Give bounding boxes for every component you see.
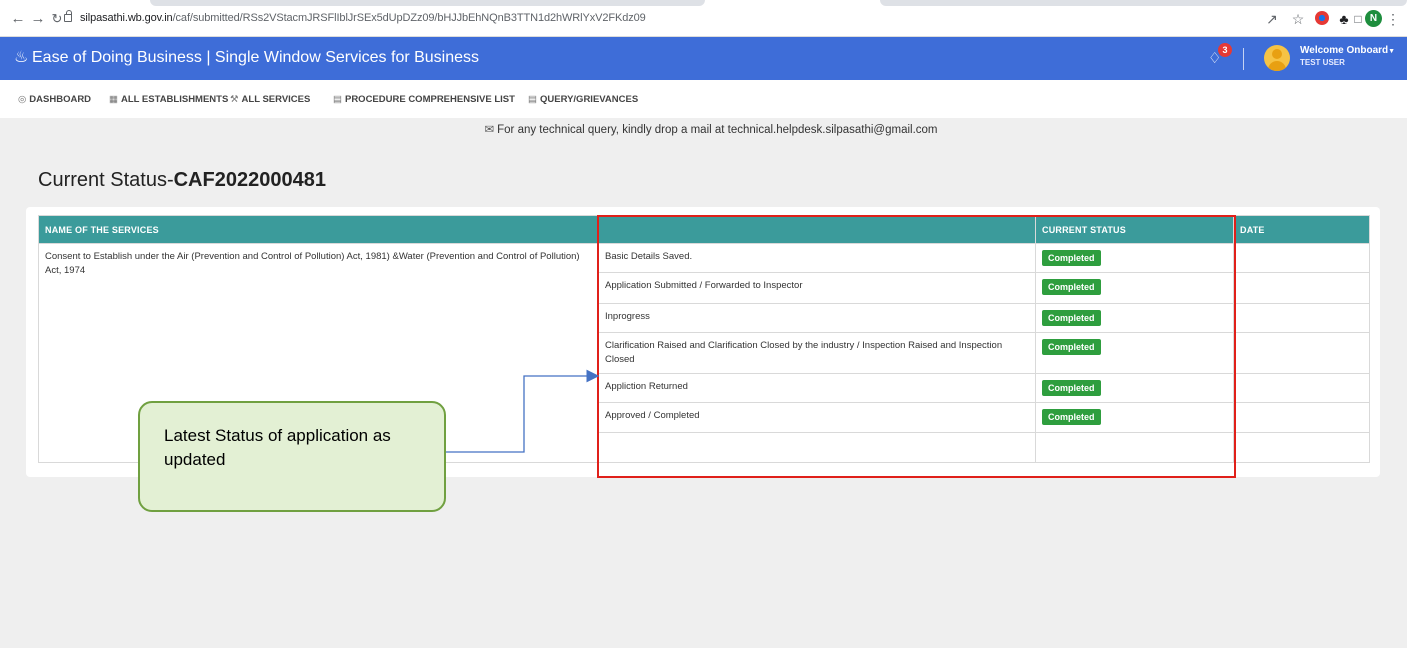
column-header-service: NAME OF THE SERVICES <box>38 215 599 244</box>
date-cell <box>1233 272 1370 304</box>
lock-icon[interactable] <box>64 10 72 22</box>
forward-icon[interactable]: → <box>30 11 46 27</box>
page-title-prefix: Current Status- <box>38 169 174 191</box>
user-name: TEST USER <box>1300 58 1345 67</box>
page-title: Current Status-CAF2022000481 <box>38 169 326 192</box>
sidepanel-icon[interactable]: □ <box>1350 11 1366 27</box>
app-header: ♨ Ease of Doing Business | Single Window… <box>0 37 1407 80</box>
extension-icon[interactable] <box>1315 11 1329 25</box>
share-icon[interactable]: ↗ <box>1264 11 1280 27</box>
dashboard-icon: ◎ <box>18 94 27 105</box>
nav-label: DASHBOARD <box>29 94 92 105</box>
annotation-callout: Latest Status of application as updated <box>138 401 446 512</box>
browser-toolbar: ← → ↻ silpasathi.wb.gov.in/caf/submitted… <box>0 0 1407 37</box>
caf-id: CAF2022000481 <box>173 169 326 191</box>
nav-label: ALL ESTABLISHMENTS <box>120 94 229 105</box>
helpdesk-notice: ✉ For any technical query, kindly drop a … <box>0 122 1407 136</box>
brand-logo-icon: ♨ <box>14 49 29 66</box>
app-title[interactable]: Ease of Doing Business | Single Window S… <box>32 49 479 67</box>
date-cell <box>1233 303 1370 333</box>
header-divider <box>1243 48 1244 70</box>
user-menu-toggle[interactable]: Welcome Onboard▼ <box>1300 45 1395 56</box>
reload-icon[interactable]: ↻ <box>49 11 65 27</box>
notification-count-badge[interactable]: 3 <box>1218 43 1232 57</box>
welcome-text: Welcome Onboard <box>1300 45 1389 56</box>
nav-label: QUERY/GRIEVANCES <box>539 94 639 105</box>
date-cell <box>1233 402 1370 433</box>
date-cell <box>1233 243 1370 273</box>
nav-item-procedure-list[interactable]: ▤ PROCEDURE COMPREHENSIVE LIST <box>333 94 515 105</box>
wrench-icon: ⚒ <box>230 94 239 105</box>
nav-item-all-establishments[interactable]: ▦ ALL ESTABLISHMENTS <box>109 94 228 105</box>
date-cell <box>1233 432 1370 463</box>
star-icon[interactable]: ☆ <box>1290 11 1306 27</box>
chevron-down-icon: ▼ <box>1388 48 1396 55</box>
nav-label: PROCEDURE COMPREHENSIVE LIST <box>344 94 515 105</box>
tab-strip-edge <box>880 0 1407 6</box>
profile-avatar[interactable]: N <box>1365 10 1382 27</box>
user-avatar[interactable] <box>1264 45 1290 71</box>
menu-icon[interactable]: ⋮ <box>1385 11 1401 27</box>
nav-item-dashboard[interactable]: ◎ DASHBOARD <box>18 94 91 105</box>
nav-label: ALL SERVICES <box>241 94 311 105</box>
address-bar[interactable]: silpasathi.wb.gov.in/caf/submitted/RSs2V… <box>80 12 646 24</box>
date-cell <box>1233 373 1370 403</box>
helpdesk-text: For any technical query, kindly drop a m… <box>497 124 938 136</box>
tab-strip-edge <box>150 0 705 6</box>
building-icon: ▦ <box>109 94 118 105</box>
list-icon: ▤ <box>333 94 342 105</box>
highlight-box <box>597 215 1236 478</box>
main-nav: ◎ DASHBOARD ▦ ALL ESTABLISHMENTS ⚒ ALL SERV… <box>0 80 1407 118</box>
list-icon: ▤ <box>528 94 537 105</box>
back-icon[interactable]: ← <box>10 11 26 27</box>
date-cell <box>1233 332 1370 374</box>
column-header-date: DATE <box>1233 215 1370 244</box>
nav-item-all-services[interactable]: ⚒ ALL SERVICES <box>230 94 310 105</box>
url-path: /caf/submitted/RSs2VStacmJRSFlIblJrSEx5d… <box>172 12 646 24</box>
url-host: silpasathi.wb.gov.in <box>80 12 173 24</box>
callout-text: Latest Status of application as updated <box>164 426 391 469</box>
envelope-icon: ✉ <box>484 124 495 136</box>
nav-item-query-grievances[interactable]: ▤ QUERY/GRIEVANCES <box>528 94 638 105</box>
